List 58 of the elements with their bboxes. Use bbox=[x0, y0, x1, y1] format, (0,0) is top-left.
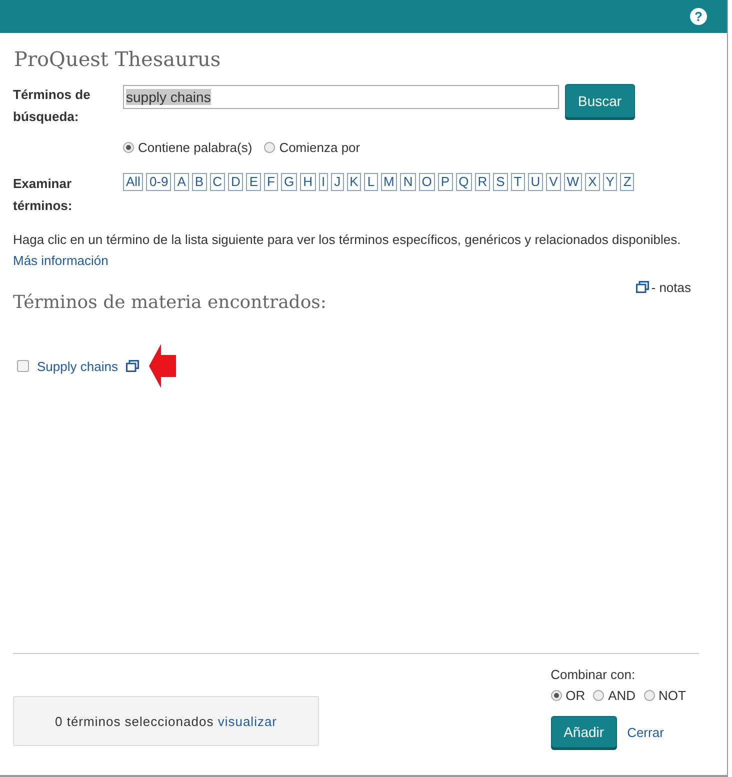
letter-link[interactable]: I bbox=[318, 173, 328, 191]
dialog-title: ProQuest Thesaurus bbox=[14, 47, 222, 71]
letter-link[interactable]: S bbox=[493, 173, 508, 191]
letter-link[interactable]: A bbox=[174, 173, 189, 191]
search-field[interactable]: supply chains bbox=[123, 85, 559, 109]
search-button[interactable]: Buscar bbox=[565, 84, 635, 118]
letter-link[interactable]: P bbox=[438, 173, 453, 191]
radio-button[interactable] bbox=[264, 142, 276, 153]
letter-link[interactable]: 0-9 bbox=[146, 173, 172, 191]
results-heading: Términos de materia encontrados: bbox=[13, 292, 326, 313]
letter-link[interactable]: B bbox=[192, 173, 207, 191]
search-label: Términos de búsqueda: bbox=[13, 86, 92, 126]
letter-link[interactable]: X bbox=[585, 173, 600, 191]
radio-button[interactable] bbox=[123, 142, 134, 153]
letter-link[interactable]: V bbox=[546, 173, 561, 191]
letter-link[interactable]: U bbox=[528, 173, 544, 191]
more-info-link[interactable]: Más información bbox=[13, 253, 108, 268]
notes-icon[interactable] bbox=[126, 360, 139, 372]
letter-link[interactable]: T bbox=[510, 173, 525, 191]
letter-link[interactable]: Q bbox=[456, 173, 472, 191]
radio-label: Comienza por bbox=[279, 140, 360, 155]
view-link[interactable]: visualizar bbox=[218, 714, 278, 728]
operator-label: OR bbox=[566, 688, 586, 703]
letter-link[interactable]: L bbox=[364, 173, 378, 191]
letter-link[interactable]: R bbox=[474, 173, 490, 191]
operator-label: NOT bbox=[658, 688, 686, 703]
letter-link[interactable]: H bbox=[300, 173, 316, 191]
letter-link[interactable]: M bbox=[380, 173, 398, 191]
letter-link[interactable]: W bbox=[564, 173, 582, 191]
radio-button[interactable] bbox=[593, 690, 604, 701]
letter-link[interactable]: F bbox=[264, 173, 278, 191]
combine-label: Combinar con: bbox=[550, 667, 636, 682]
checkbox[interactable] bbox=[17, 360, 29, 372]
add-button[interactable]: Añadir bbox=[550, 716, 618, 748]
letter-link[interactable]: Y bbox=[602, 173, 618, 191]
letter-link[interactable]: Z bbox=[620, 173, 634, 191]
operator-label: AND bbox=[608, 688, 636, 703]
letter-link[interactable]: N bbox=[400, 173, 416, 191]
notes-icon[interactable] bbox=[636, 281, 650, 293]
letter-link[interactable]: J bbox=[331, 173, 344, 191]
radio-button[interactable] bbox=[550, 690, 562, 701]
instruction-text: Haga clic en un término de la lista siguiente para ver los términos específicos, genéricos y relacionados disponibles. Más información bbox=[13, 231, 682, 270]
close-link[interactable]: Cerrar bbox=[627, 724, 664, 740]
letter-link[interactable]: All bbox=[123, 173, 144, 191]
radio-button[interactable] bbox=[644, 690, 655, 701]
letter-link[interactable]: C bbox=[210, 173, 225, 191]
arrow-icon bbox=[148, 344, 177, 388]
notes-legend: - notas bbox=[651, 280, 691, 294]
letter-link[interactable]: D bbox=[228, 173, 244, 191]
radio-label: Contiene palabra(s) bbox=[138, 140, 252, 155]
letter-link[interactable]: K bbox=[346, 173, 362, 191]
letter-link[interactable]: E bbox=[246, 173, 262, 191]
letter-link[interactable]: O bbox=[418, 173, 435, 191]
term-link[interactable]: Supply chains bbox=[37, 358, 118, 374]
letter-link[interactable]: G bbox=[281, 173, 298, 191]
browse-label: Examinar términos: bbox=[13, 175, 74, 215]
help-icon[interactable]: ? bbox=[690, 8, 707, 25]
selection-summary: 0 términos seleccionados visualizar bbox=[54, 714, 278, 728]
